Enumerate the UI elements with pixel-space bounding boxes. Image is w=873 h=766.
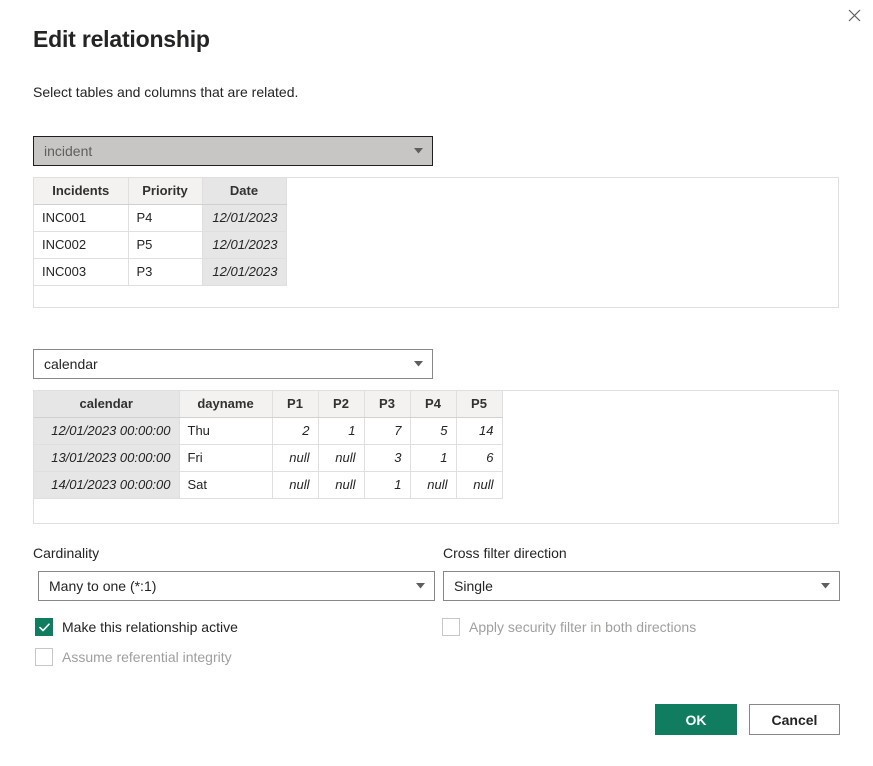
assume-referential-integrity-label: Assume referential integrity [62,649,232,665]
apply-security-filter-label: Apply security filter in both directions [469,619,696,635]
table2-cell: null [272,472,318,499]
table1-cell: P4 [128,205,202,232]
assume-referential-integrity-checkbox[interactable]: Assume referential integrity [35,648,232,666]
chevron-down-icon [412,358,424,370]
table2-select[interactable]: calendar [33,349,433,379]
dialog-subtitle: Select tables and columns that are relat… [33,82,298,102]
crossfilter-select[interactable]: Single [443,571,840,601]
table-row: INC001 P4 12/01/2023 [34,205,286,232]
table-row: 12/01/2023 00:00:00 Thu 2 1 7 5 14 [34,418,502,445]
table2-cell: 14 [456,418,502,445]
crossfilter-label: Cross filter direction [443,544,567,562]
close-button[interactable] [836,0,872,30]
table1-cell: 12/01/2023 [202,259,286,286]
table2-col-header[interactable]: P2 [318,391,364,418]
table2-cell: 5 [410,418,456,445]
table1-cell: INC003 [34,259,128,286]
table1-select-value: incident [44,143,412,159]
make-relationship-active-label: Make this relationship active [62,619,238,635]
table-row: 14/01/2023 00:00:00 Sat null null 1 null… [34,472,502,499]
checkbox-checked-icon [35,618,53,636]
table2-header-row: calendar dayname P1 P2 P3 P4 P5 [34,391,502,418]
table2-cell: null [272,445,318,472]
chevron-down-icon [412,145,424,157]
chevron-down-icon [819,580,831,592]
table1-col-header[interactable]: Incidents [34,178,128,205]
chevron-down-icon [414,580,426,592]
table2-cell: 1 [364,472,410,499]
table1-col-header[interactable]: Priority [128,178,202,205]
table1-cell: P5 [128,232,202,259]
table1-cell: P3 [128,259,202,286]
close-icon [848,9,861,22]
table2-cell: Thu [179,418,272,445]
table2-cell: 1 [318,418,364,445]
table2-col-header-selected[interactable]: calendar [34,391,179,418]
table2-cell: 12/01/2023 00:00:00 [34,418,179,445]
table2-cell: null [410,472,456,499]
table1-select[interactable]: incident [33,136,433,166]
checkbox-unchecked-icon [35,648,53,666]
cancel-button[interactable]: Cancel [749,704,840,735]
table2-preview-pane: calendar dayname P1 P2 P3 P4 P5 12/01/20… [33,390,839,524]
table2-cell: Sat [179,472,272,499]
table2-select-value: calendar [44,356,412,372]
make-relationship-active-checkbox[interactable]: Make this relationship active [35,618,238,636]
apply-security-filter-checkbox[interactable]: Apply security filter in both directions [442,618,696,636]
table2-cell: 6 [456,445,502,472]
table2-cell: 3 [364,445,410,472]
table2-col-header[interactable]: P1 [272,391,318,418]
table2-col-header[interactable]: dayname [179,391,272,418]
table-row: 13/01/2023 00:00:00 Fri null null 3 1 6 [34,445,502,472]
cardinality-value: Many to one (*:1) [49,578,414,594]
table2-cell: 7 [364,418,410,445]
table-row: INC002 P5 12/01/2023 [34,232,286,259]
table1-cell: 12/01/2023 [202,205,286,232]
table2-col-header[interactable]: P3 [364,391,410,418]
table2-cell: 14/01/2023 00:00:00 [34,472,179,499]
table1-col-header-selected[interactable]: Date [202,178,286,205]
table2-cell: 2 [272,418,318,445]
table1-preview-pane: Incidents Priority Date INC001 P4 12/01/… [33,177,839,308]
crossfilter-value: Single [454,578,819,594]
page-title: Edit relationship [33,24,210,54]
table2-cell: 1 [410,445,456,472]
table2-col-header[interactable]: P5 [456,391,502,418]
cardinality-select[interactable]: Many to one (*:1) [38,571,435,601]
table2-cell: Fri [179,445,272,472]
ok-button[interactable]: OK [655,704,737,735]
table2-cell: 13/01/2023 00:00:00 [34,445,179,472]
table1-cell: INC002 [34,232,128,259]
table1-cell: 12/01/2023 [202,232,286,259]
table2-col-header[interactable]: P4 [410,391,456,418]
table2-cell: null [456,472,502,499]
table1-cell: INC001 [34,205,128,232]
table1-grid: Incidents Priority Date INC001 P4 12/01/… [34,178,287,286]
cardinality-label: Cardinality [33,544,99,562]
table1-header-row: Incidents Priority Date [34,178,286,205]
table2-cell: null [318,445,364,472]
checkbox-unchecked-icon [442,618,460,636]
table2-cell: null [318,472,364,499]
table2-grid: calendar dayname P1 P2 P3 P4 P5 12/01/20… [34,391,503,499]
table-row: INC003 P3 12/01/2023 [34,259,286,286]
